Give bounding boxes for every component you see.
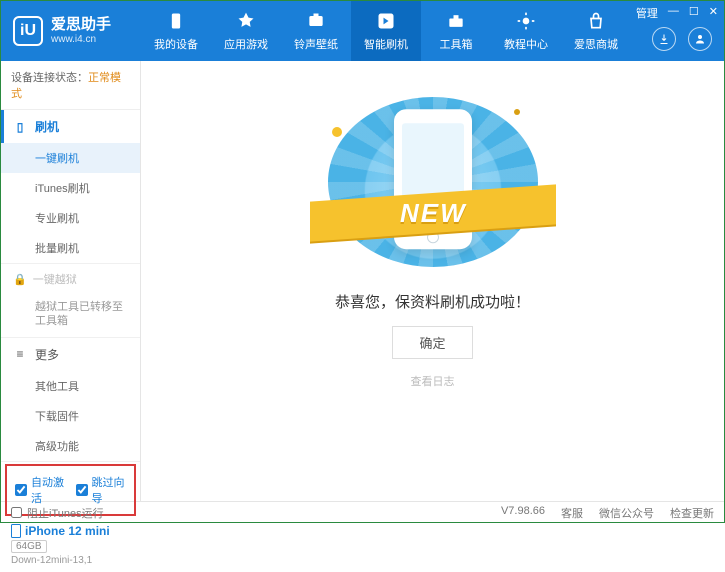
nav-tab-tutorial[interactable]: 教程中心 [491, 1, 561, 61]
success-illustration: NEW [328, 97, 538, 267]
connection-status: 设备连接状态：正常模式 [1, 61, 140, 110]
sidebar: 设备连接状态：正常模式 ▯ 刷机 一键刷机 iTunes刷机 专业刷机 批量刷机… [1, 61, 141, 501]
phone-icon: ▯ [13, 120, 27, 134]
device-info: iPhone 12 mini 64GB Down-12mini-13,1 [1, 518, 140, 572]
window-minimize-button[interactable]: — [668, 5, 679, 21]
footer-link-update[interactable]: 检查更新 [670, 505, 714, 521]
footer-link-wechat[interactable]: 微信公众号 [599, 505, 654, 521]
nav-tab-store[interactable]: 爱思商城 [561, 1, 631, 61]
sidebar-item-download-fw[interactable]: 下载固件 [1, 401, 140, 431]
sidebar-item-advanced[interactable]: 高级功能 [1, 431, 140, 461]
flash-icon [375, 10, 397, 32]
device-icon [165, 10, 187, 32]
app-header: iU 爱思助手 www.i4.cn 我的设备应用游戏铃声壁纸智能刷机工具箱教程中… [1, 1, 724, 61]
nav-tab-ringtone[interactable]: 铃声壁纸 [281, 1, 351, 61]
checkbox-skip-guide[interactable]: 跳过向导 [76, 474, 127, 506]
checkbox-auto-activate[interactable]: 自动激活 [15, 474, 66, 506]
nav-tab-toolbox[interactable]: 工具箱 [421, 1, 491, 61]
apps-icon [235, 10, 257, 32]
sidebar-item-oneclick-flash[interactable]: 一键刷机 [1, 143, 140, 173]
window-close-button[interactable]: ✕ [709, 5, 718, 21]
sidebar-item-batch-flash[interactable]: 批量刷机 [1, 233, 140, 263]
app-title: 爱思助手 [51, 17, 111, 34]
logo-icon: iU [13, 16, 43, 46]
checkbox-block-itunes[interactable]: 阻止iTunes运行 [11, 505, 104, 521]
toolbox-icon [445, 10, 467, 32]
app-url: www.i4.cn [51, 34, 111, 45]
nav-tabs: 我的设备应用游戏铃声壁纸智能刷机工具箱教程中心爱思商城 [141, 1, 631, 61]
jailbreak-note: 越狱工具已转移至工具箱 [1, 294, 140, 337]
window-manage-button[interactable]: 管理 [636, 5, 658, 21]
footer-link-support[interactable]: 客服 [561, 505, 583, 521]
nav-tab-apps[interactable]: 应用游戏 [211, 1, 281, 61]
storage-badge: 64GB [11, 540, 47, 553]
sidebar-item-pro-flash[interactable]: 专业刷机 [1, 203, 140, 233]
device-name[interactable]: iPhone 12 mini [11, 524, 130, 538]
tutorial-icon [515, 10, 537, 32]
ok-button[interactable]: 确定 [392, 326, 472, 359]
sidebar-header-jailbreak: 🔒 一键越狱 [1, 264, 140, 294]
logo-area: iU 爱思助手 www.i4.cn [1, 16, 141, 46]
user-button[interactable] [688, 27, 712, 51]
download-button[interactable] [652, 27, 676, 51]
menu-icon: ≡ [13, 347, 27, 361]
lock-icon: 🔒 [13, 273, 27, 286]
sidebar-header-flash[interactable]: ▯ 刷机 [1, 110, 140, 143]
sidebar-item-other-tools[interactable]: 其他工具 [1, 371, 140, 401]
window-maximize-button[interactable]: ☐ [689, 5, 699, 21]
view-log-link[interactable]: 查看日志 [411, 373, 455, 389]
sidebar-item-itunes-flash[interactable]: iTunes刷机 [1, 173, 140, 203]
nav-tab-device[interactable]: 我的设备 [141, 1, 211, 61]
window-controls: 管理 — ☐ ✕ [636, 5, 718, 21]
main-content: NEW 恭喜您，保资料刷机成功啦！ 确定 查看日志 [141, 61, 724, 501]
success-message: 恭喜您，保资料刷机成功啦！ [335, 291, 530, 312]
nav-tab-flash[interactable]: 智能刷机 [351, 1, 421, 61]
ringtone-icon [305, 10, 327, 32]
version-label: V7.98.66 [501, 505, 545, 521]
store-icon [585, 10, 607, 32]
device-subtext: Down-12mini-13,1 [11, 555, 130, 566]
sidebar-header-more[interactable]: ≡ 更多 [1, 338, 140, 371]
